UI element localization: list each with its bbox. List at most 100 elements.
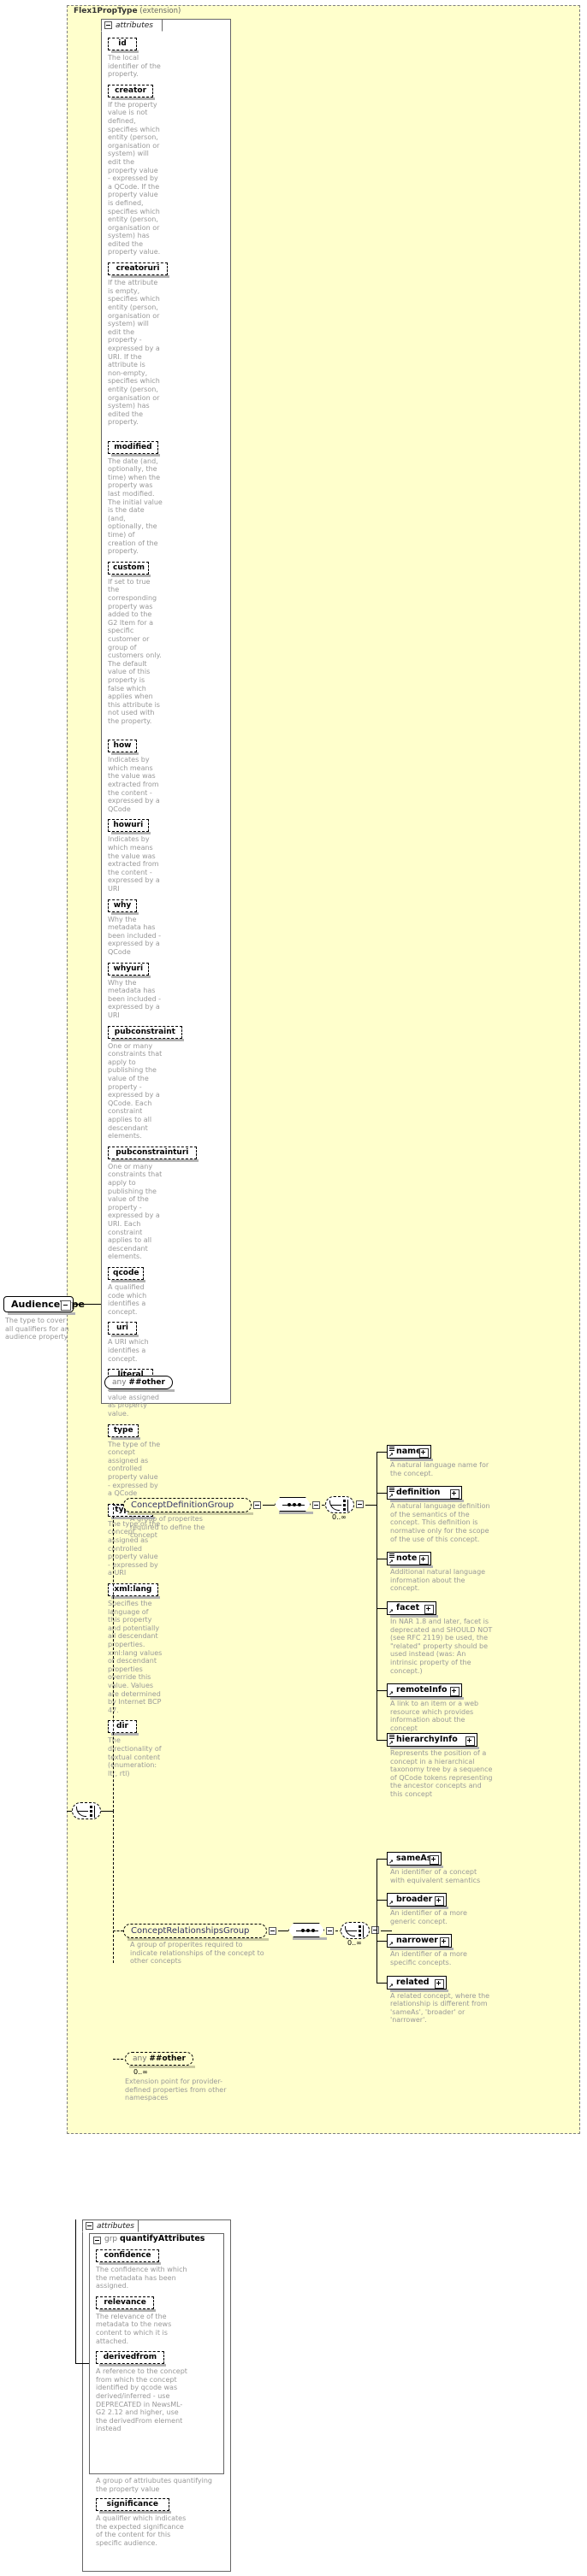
chip-shadow <box>99 2364 166 2367</box>
group1-sequence-node[interactable] <box>275 1497 311 1512</box>
expand-icon[interactable] <box>424 1605 434 1614</box>
element-sameAs[interactable]: sameAs ↗ <box>387 1852 443 1868</box>
reference-arrow-icon: ↗ <box>388 1859 394 1866</box>
expand-icon[interactable] <box>435 1978 444 1989</box>
main-choice-node[interactable] <box>72 1802 101 1819</box>
attribute-description: A URI which identifies a concept. <box>108 1338 149 1363</box>
type-name: Flex1PropType <box>74 7 138 15</box>
element-definition[interactable]: definition ↗ <box>387 1486 464 1503</box>
attribute-description: The local identifier of the property. <box>108 54 161 79</box>
group2-sequence-node[interactable] <box>288 1923 324 1937</box>
connector-line <box>377 1690 387 1692</box>
element-narrower[interactable]: narrower ↗ <box>387 1934 454 1951</box>
any-occurrence: 0..∞ <box>133 2068 148 2076</box>
expand-icon[interactable] <box>419 1448 429 1458</box>
attribute-uri[interactable]: uri <box>108 1322 139 1338</box>
connector-line <box>365 1505 377 1506</box>
group2-choice-collapse-icon[interactable] <box>371 1926 379 1934</box>
reference-arrow-icon: ↗ <box>388 1452 394 1459</box>
attribute-creator[interactable]: creator <box>108 84 156 100</box>
chip-shadow <box>99 2308 157 2312</box>
attribute-pubconstraint[interactable]: pubconstraint <box>108 1025 184 1041</box>
any-other-extension-pill[interactable]: any ##other <box>125 2052 195 2068</box>
sequence-icon <box>389 1735 394 1739</box>
expand-icon[interactable] <box>450 1687 460 1697</box>
minus-icon[interactable] <box>61 1300 71 1311</box>
attribute-whyuri[interactable]: whyuri <box>108 962 151 978</box>
attribute-id[interactable]: id <box>108 38 139 53</box>
connector-line <box>377 1493 387 1494</box>
attribute-significance[interactable]: significance <box>96 2498 171 2514</box>
element-facet[interactable]: facet ↗ <box>387 1601 438 1618</box>
element-label: remoteInfo <box>396 1685 448 1695</box>
attribute-xml-lang[interactable]: xml:lang <box>108 1583 160 1599</box>
bottom-connector-horizontal <box>75 2363 89 2364</box>
element-label: narrower <box>396 1936 438 1946</box>
sequence-icon <box>389 1447 394 1451</box>
node-shadow <box>279 1512 313 1514</box>
attribute-description: Why the metadata has been included - exp… <box>108 978 162 1019</box>
group1-collapse-icon[interactable] <box>253 1501 261 1509</box>
group2-choice-node[interactable] <box>341 1922 370 1939</box>
group-concept-relationships[interactable]: ConceptRelationshipsGroup <box>123 1924 269 1941</box>
attribute-description: The relevance of the metadata to the new… <box>96 2312 172 2345</box>
attribute-howuri[interactable]: howuri <box>108 819 151 835</box>
element-related[interactable]: related ↗ <box>387 1975 448 1992</box>
attribute-type[interactable]: type <box>108 1424 141 1440</box>
attribute-custom[interactable]: custom <box>108 561 151 577</box>
attribute-description: One or many constraints that apply to pu… <box>108 1041 163 1141</box>
expand-icon[interactable] <box>419 1555 429 1565</box>
quantify-group-description: A group of attriubutes quantifying the p… <box>96 2477 212 2493</box>
attribute-why[interactable]: why <box>108 899 139 915</box>
bottom-attributes-collapse-icon[interactable] <box>86 2222 93 2230</box>
element-label: name <box>396 1447 422 1456</box>
attribute-description: Indicates by which means the value was e… <box>108 756 160 813</box>
flex1proptype-title: Flex1PropType (extension) <box>74 7 181 15</box>
chip-shadow <box>99 2262 161 2265</box>
attribute-derivedfrom[interactable]: derivedfrom <box>96 2351 166 2367</box>
element-note[interactable]: note ↗ <box>387 1552 433 1569</box>
group-concept-definition-label: ConceptDefinitionGroup <box>131 1500 234 1510</box>
audiencetype-box[interactable]: AudienceType <box>3 1296 85 1315</box>
group-concept-relationships-description: A group of properites required to indica… <box>130 1941 264 1966</box>
type-derivation: (extension) <box>139 7 181 15</box>
group-concept-definition[interactable]: ConceptDefinitionGroup <box>123 1498 253 1515</box>
chip-shadow <box>111 275 169 279</box>
attribute-creatoruri[interactable]: creatoruri <box>108 262 169 279</box>
element-broader[interactable]: broader ↗ <box>387 1893 448 1910</box>
attribute-how[interactable]: how <box>108 740 139 756</box>
expand-icon[interactable] <box>450 1489 460 1500</box>
connector-line <box>263 1505 275 1506</box>
attribute-modified[interactable]: modified <box>108 440 160 457</box>
element-description: A link to an item or a web resource whic… <box>390 1700 479 1732</box>
chip-shadow <box>111 50 139 53</box>
group-concept-relationships-label: ConceptRelationshipsGroup <box>131 1926 250 1936</box>
attribute-qcode[interactable]: qcode <box>108 1267 145 1282</box>
connector-line <box>67 1811 72 1812</box>
attribute-pubconstrainturi[interactable]: pubconstrainturi <box>108 1146 199 1162</box>
any-other-pill[interactable]: any ##other <box>104 1376 175 1392</box>
element-name[interactable]: name ↗ <box>387 1445 433 1461</box>
quantify-group-collapse-icon[interactable] <box>93 2237 101 2244</box>
element-hierarchyInfo[interactable]: hierarchyInfo ↗ <box>387 1733 479 1749</box>
element-remoteInfo[interactable]: remoteInfo ↗ <box>387 1683 464 1701</box>
chip-shadow <box>111 1280 145 1282</box>
reference-arrow-icon: ↗ <box>388 1900 394 1907</box>
attribute-relevance[interactable]: relevance <box>96 2296 157 2312</box>
group2-collapse-icon[interactable] <box>269 1927 276 1935</box>
occurrence-indicator: 0..∞ <box>347 1939 362 1947</box>
group1-choice-node[interactable] <box>325 1496 354 1513</box>
expand-icon[interactable] <box>430 1855 439 1865</box>
audiencetype-connector <box>74 1304 101 1305</box>
attribute-confidence[interactable]: confidence <box>96 2249 161 2265</box>
reference-arrow-icon: ↗ <box>388 1608 394 1615</box>
attributes-collapse-icon[interactable] <box>104 21 112 29</box>
group1-choice-collapse-icon[interactable] <box>356 1500 364 1508</box>
group1-seq-collapse-icon[interactable] <box>312 1501 320 1509</box>
chip-shadow <box>111 574 151 577</box>
expand-icon[interactable] <box>440 1937 449 1948</box>
expand-icon[interactable] <box>465 1736 475 1746</box>
expand-icon[interactable] <box>435 1896 444 1907</box>
group2-seq-collapse-icon[interactable] <box>326 1927 334 1935</box>
connector-dashed <box>113 1811 114 1963</box>
